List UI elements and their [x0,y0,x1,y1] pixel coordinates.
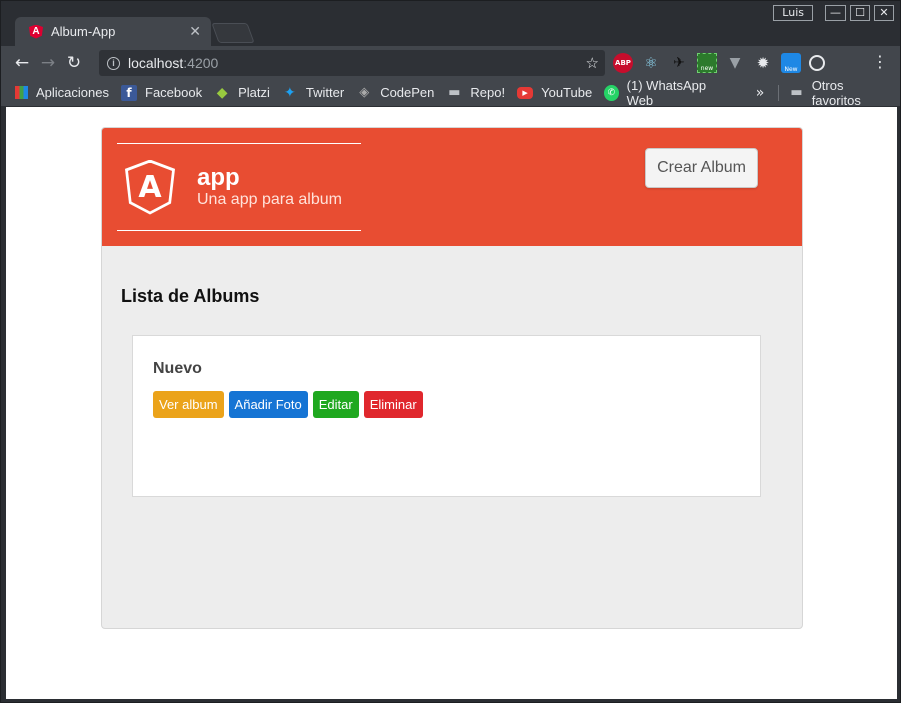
extensions-bar: ABP ⚛ ✈ new ▼ ✹ New [613,53,825,73]
app-subtitle: Una app para album [197,191,342,208]
bookmark-codepen[interactable]: ◈ CodePen [356,85,434,101]
bookmark-label: CodePen [380,85,435,100]
new-s-extension-icon[interactable]: New [781,53,801,73]
angular-favicon-icon [29,24,43,39]
vue-devtools-icon[interactable]: ▼ [725,53,745,73]
bookmark-twitter[interactable]: ✦ Twitter [282,85,344,101]
album-name: Nuevo [153,360,202,377]
new-tab-button[interactable] [211,23,255,43]
bookmarks-bar: Aplicaciones f Facebook ◆ Platzi ✦ Twitt… [1,78,900,108]
more-bookmarks-button[interactable]: » [756,85,765,101]
bookmark-platzi[interactable]: ◆ Platzi [214,85,270,101]
brand-text: app Una app para album [197,165,342,209]
forward-button[interactable]: → [35,53,61,73]
youtube-icon: ▶ [517,86,534,99]
add-photo-button[interactable]: Añadir Foto [228,391,308,418]
app-container: A app Una app para album Crear Album Lis… [101,127,803,629]
bookmark-otros-favoritos[interactable]: ▬ Otros favoritos [789,78,888,108]
view-album-button[interactable]: Ver album [153,391,224,418]
facebook-icon: f [121,84,137,101]
bookmark-star-icon[interactable]: ☆ [586,54,599,72]
bird-extension-icon[interactable]: ✈ [669,53,689,73]
bookmark-label: Aplicaciones [36,85,109,100]
codepen-icon: ◈ [359,85,370,100]
page-viewport: A app Una app para album Crear Album Lis… [6,107,897,699]
target-extension-icon[interactable] [809,55,825,71]
bookmarks-divider [778,84,780,101]
app-title: app [197,164,240,191]
browser-window: Luis — ☐ ✕ Album-App ✕ ← → ↻ i localhost… [0,0,901,703]
angular-logo-icon: A [125,159,175,215]
close-tab-icon[interactable]: ✕ [189,24,201,40]
app-header: A app Una app para album Crear Album [102,128,802,246]
bookmark-label: Twitter [305,85,345,100]
album-card: Nuevo Ver album Añadir Foto Editar Elimi… [132,335,761,497]
minimize-button[interactable]: — [825,5,846,21]
twitter-icon: ✦ [284,84,296,101]
apps-grid-icon [15,86,28,99]
adblock-plus-icon[interactable]: ABP [613,53,633,73]
profile-button[interactable]: Luis [773,5,813,21]
tab-album-app[interactable]: Album-App ✕ [15,17,211,46]
site-info-icon[interactable]: i [107,56,120,70]
new-extension-icon[interactable]: new [697,53,717,73]
whatsapp-icon: ✆ [604,84,619,101]
bookmark-label: Otros favoritos [811,77,861,108]
settings-extension-icon[interactable]: ✹ [753,53,773,73]
browser-menu-icon[interactable]: ⋮ [872,52,888,71]
delete-album-button[interactable]: Eliminar [363,391,423,418]
album-list-title: Lista de Albums [121,286,260,306]
bookmark-youtube[interactable]: ▶ YouTube [517,85,592,100]
bookmark-label: Repo! [470,85,506,100]
window-controls: Luis — ☐ ✕ [773,5,894,21]
tab-title: Album-App [51,24,116,39]
bookmark-facebook[interactable]: f Facebook [121,84,203,101]
edit-album-button[interactable]: Editar [312,391,359,418]
folder-icon: ▬ [790,85,803,100]
album-actions: Ver album Añadir Foto Editar Eliminar [153,391,423,418]
back-button[interactable]: ← [9,53,35,73]
bookmark-whatsapp[interactable]: ✆ (1) WhatsApp Web [604,78,726,108]
bookmark-label: Facebook [145,85,203,100]
bookmark-aplicaciones[interactable]: Aplicaciones [15,85,109,100]
brand: A app Una app para album [117,143,361,231]
bookmark-label: (1) WhatsApp Web [626,77,707,108]
platzi-icon: ◆ [216,84,228,101]
address-bar[interactable]: i localhost :4200 ☆ [99,50,605,76]
maximize-button[interactable]: ☐ [850,5,870,21]
bookmark-label: Platzi [238,85,270,100]
react-devtools-icon[interactable]: ⚛ [641,53,661,73]
reload-button[interactable]: ↻ [61,53,87,73]
create-album-button[interactable]: Crear Album [645,148,758,188]
url-host: localhost [128,55,184,71]
bookmark-label: YouTube [541,85,593,100]
folder-icon: ▬ [448,85,461,100]
url-port: :4200 [183,55,219,71]
close-window-button[interactable]: ✕ [874,5,894,21]
bookmark-repo[interactable]: ▬ Repo! [446,85,505,101]
browser-toolbar: ← → ↻ i localhost :4200 ☆ ABP ⚛ ✈ new ▼ … [1,46,900,79]
